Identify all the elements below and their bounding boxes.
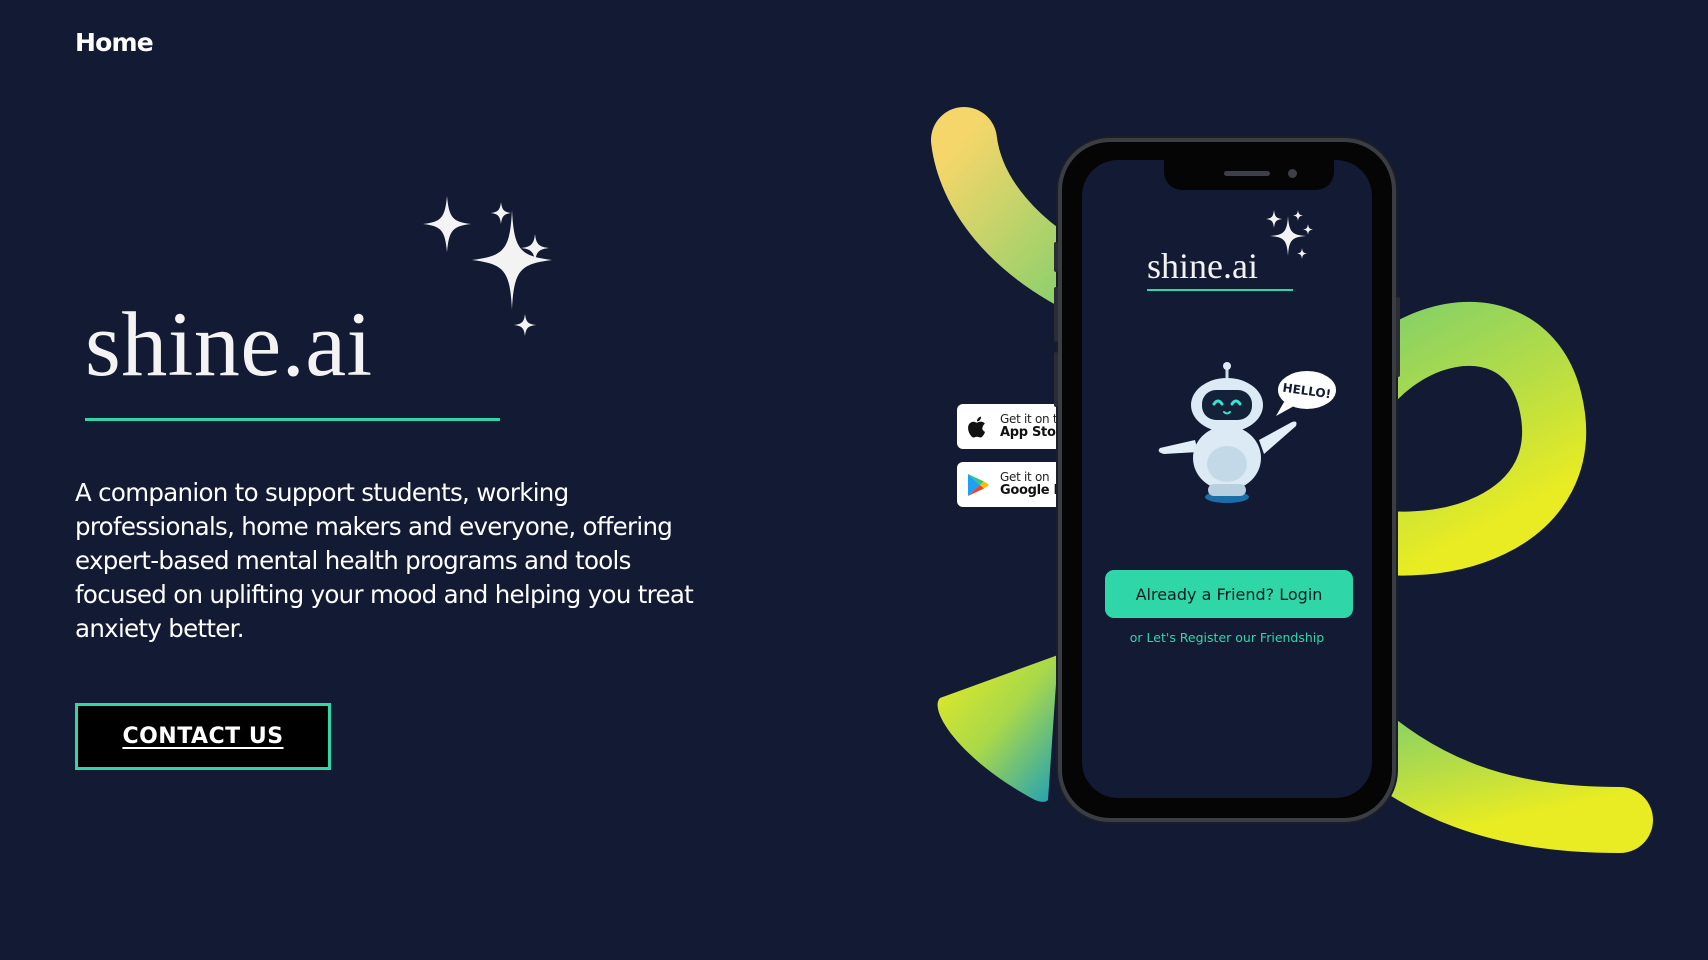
phone-notch [1164,160,1334,190]
login-button[interactable]: Already a Friend? Login [1105,570,1353,618]
phone-side-button [1054,242,1058,272]
apple-icon [967,414,991,440]
phone-side-button [1054,352,1058,407]
sparkles-icon [1266,210,1313,259]
register-prefix: or [1129,630,1147,645]
hero-tagline: A companion to support students, working… [75,478,694,643]
register-line: or Let's Register our Friendship [1082,630,1372,645]
brand-underline [85,418,500,421]
brand-wordmark: shine.ai [85,293,373,395]
contact-us-button[interactable]: CONTACT US [75,703,331,770]
phone-brand-wordmark: shine.ai [1147,246,1258,286]
register-link[interactable]: Let's Register our Friendship [1147,630,1325,645]
nav-home-link[interactable]: Home [75,28,154,57]
speaker-icon [1224,171,1270,176]
sparkles-icon [423,196,552,336]
google-play-icon [967,472,991,498]
brand-logo: shine.ai [75,180,595,430]
camera-icon [1288,169,1297,178]
phone-brand-underline [1147,289,1293,291]
phone-mockup: shine.ai HELLO! Already a Friend? Login … [1054,138,1400,822]
speech-bubble: HELLO! [1276,369,1338,416]
robot-mascot-icon: HELLO! [1158,362,1338,503]
phone-screen: shine.ai HELLO! Already a Friend? Login … [1082,160,1372,798]
phone-side-button [1396,297,1400,377]
phone-side-button [1054,287,1058,342]
